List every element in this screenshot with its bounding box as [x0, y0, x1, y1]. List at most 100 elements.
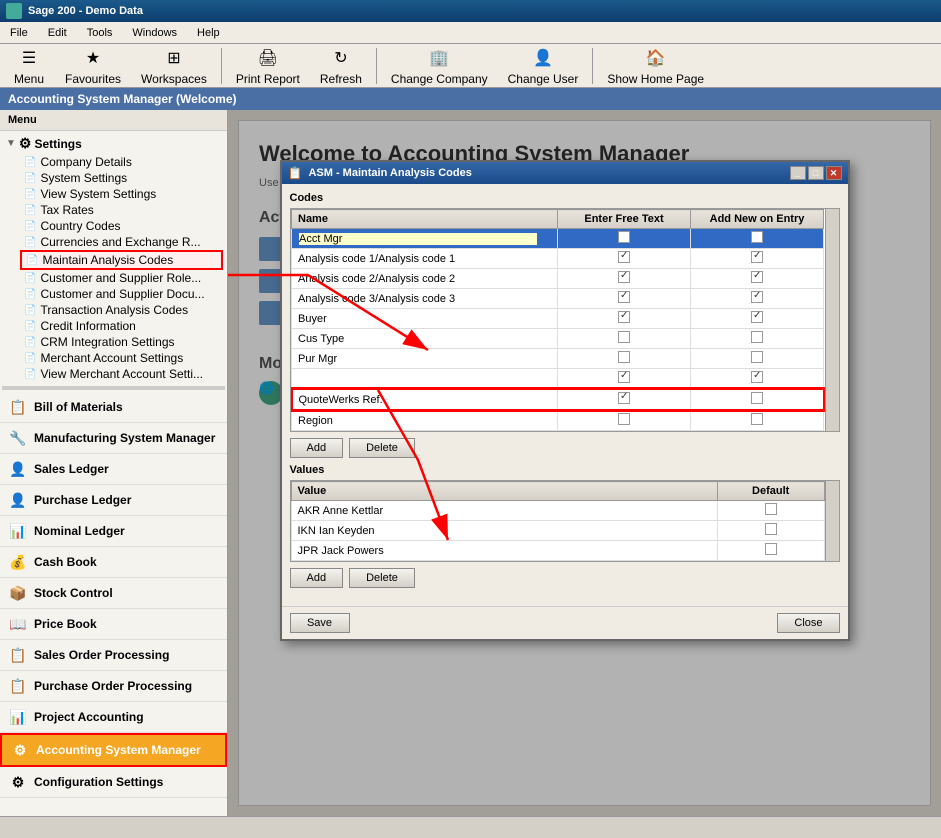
- checkbox-icon[interactable]: [765, 503, 777, 515]
- settings-header[interactable]: ▼ ⚙ Settings: [4, 133, 223, 154]
- menu-help[interactable]: Help: [191, 25, 226, 41]
- checkbox-icon[interactable]: [618, 331, 630, 343]
- checkbox-icon[interactable]: [751, 291, 763, 303]
- checkbox-icon[interactable]: [618, 311, 630, 323]
- modal-maximize-button[interactable]: □: [808, 166, 824, 180]
- list-item[interactable]: AKR Anne Kettlar: [291, 501, 824, 521]
- codes-table-scrollbar[interactable]: [825, 209, 839, 431]
- checkbox-icon[interactable]: [751, 351, 763, 363]
- codes-add-button[interactable]: Add: [290, 438, 344, 458]
- checkbox-icon[interactable]: [618, 291, 630, 303]
- checkbox-icon[interactable]: [765, 543, 777, 555]
- checkbox-icon[interactable]: [751, 231, 763, 243]
- module-bill-of-materials[interactable]: 📋 Bill of Materials: [0, 392, 227, 423]
- sidebar-item-view-system-settings[interactable]: 📄 View System Settings: [20, 186, 223, 202]
- checkbox-icon[interactable]: [618, 231, 630, 243]
- checkbox-icon[interactable]: [618, 351, 630, 363]
- modal-content: Codes Name Enter Free Text Add New on En…: [282, 184, 848, 602]
- purchase-order-label: Purchase Order Processing: [34, 679, 192, 693]
- checkbox-icon[interactable]: [618, 371, 630, 383]
- menu-file[interactable]: File: [4, 25, 34, 41]
- checkbox-icon[interactable]: [751, 251, 763, 263]
- sidebar-item-transaction-analysis[interactable]: 📄 Transaction Analysis Codes: [20, 302, 223, 318]
- table-row[interactable]: Pur Mgr: [292, 349, 824, 369]
- sidebar-content: ▼ ⚙ Settings 📄 Company Details 📄 System …: [0, 131, 227, 816]
- sidebar-item-system-settings[interactable]: 📄 System Settings: [20, 170, 223, 186]
- save-button[interactable]: Save: [290, 613, 350, 633]
- table-row[interactable]: Buyer: [292, 309, 824, 329]
- module-nominal-ledger[interactable]: 📊 Nominal Ledger: [0, 516, 227, 547]
- change-user-button[interactable]: 👤 Change User: [499, 43, 588, 89]
- checkbox-icon[interactable]: [618, 392, 630, 404]
- home-button[interactable]: 🏠 Show Home Page: [598, 43, 713, 89]
- module-sales-ledger[interactable]: 👤 Sales Ledger: [0, 454, 227, 485]
- table-row[interactable]: [292, 369, 824, 390]
- modal-title-group: 📋 ASM - Maintain Analysis Codes: [288, 166, 472, 180]
- change-user-label: Change User: [508, 72, 579, 86]
- workspaces-icon: ⊞: [162, 46, 186, 70]
- sidebar-item-tax-rates[interactable]: 📄 Tax Rates: [20, 202, 223, 218]
- refresh-button[interactable]: ↻ Refresh: [311, 43, 371, 89]
- module-cash-book[interactable]: 💰 Cash Book: [0, 547, 227, 578]
- sidebar-item-country-codes[interactable]: 📄 Country Codes: [20, 218, 223, 234]
- values-table-scrollbar[interactable]: [825, 481, 839, 561]
- settings-group: ▼ ⚙ Settings 📄 Company Details 📄 System …: [0, 131, 227, 384]
- modal-close-button[interactable]: ✕: [826, 166, 842, 180]
- row-enter-free-cell: [558, 349, 691, 369]
- modal-title-icon: 📋: [288, 166, 303, 180]
- table-row-quoteworks[interactable]: QuoteWerks Ref.: [292, 389, 824, 410]
- sidebar-item-company-details[interactable]: 📄 Company Details: [20, 154, 223, 170]
- checkbox-icon[interactable]: [751, 271, 763, 283]
- menu-tools[interactable]: Tools: [81, 25, 119, 41]
- table-row[interactable]: Analysis code 3/Analysis code 3: [292, 289, 824, 309]
- sidebar-item-view-merchant[interactable]: 📄 View Merchant Account Setti...: [20, 366, 223, 382]
- favourites-button[interactable]: ★ Favourites: [56, 43, 130, 89]
- workspaces-button[interactable]: ⊞ Workspaces: [132, 43, 216, 89]
- change-company-button[interactable]: 🏢 Change Company: [382, 43, 497, 89]
- acct-mgr-input[interactable]: [298, 232, 538, 246]
- table-row[interactable]: Cus Type: [292, 329, 824, 349]
- table-row[interactable]: Analysis code 2/Analysis code 2: [292, 269, 824, 289]
- checkbox-icon[interactable]: [765, 523, 777, 535]
- row-name-cell-quoteworks: QuoteWerks Ref.: [292, 389, 558, 410]
- module-stock-control[interactable]: 📦 Stock Control: [0, 578, 227, 609]
- module-asm[interactable]: ⚙ Accounting System Manager: [0, 733, 227, 767]
- checkbox-icon[interactable]: [751, 331, 763, 343]
- table-row[interactable]: Analysis code 1/Analysis code 1: [292, 249, 824, 269]
- sidebar-item-crm-integration[interactable]: 📄 CRM Integration Settings: [20, 334, 223, 350]
- module-price-book[interactable]: 📖 Price Book: [0, 609, 227, 640]
- sidebar-item-customer-supplier-doc[interactable]: 📄 Customer and Supplier Docu...: [20, 286, 223, 302]
- codes-delete-button[interactable]: Delete: [349, 438, 415, 458]
- module-purchase-order[interactable]: 📋 Purchase Order Processing: [0, 671, 227, 702]
- values-add-button[interactable]: Add: [290, 568, 344, 588]
- modal-minimize-button[interactable]: _: [790, 166, 806, 180]
- list-item[interactable]: IKN Ian Keyden: [291, 521, 824, 541]
- module-project-accounting[interactable]: 📊 Project Accounting: [0, 702, 227, 733]
- module-purchase-ledger[interactable]: 👤 Purchase Ledger: [0, 485, 227, 516]
- price-book-icon: 📖: [8, 614, 28, 634]
- module-config[interactable]: ⚙ Configuration Settings: [0, 767, 227, 798]
- checkbox-icon[interactable]: [618, 271, 630, 283]
- menu-edit[interactable]: Edit: [42, 25, 73, 41]
- checkbox-icon[interactable]: [751, 413, 763, 425]
- menu-windows[interactable]: Windows: [126, 25, 183, 41]
- module-sales-order[interactable]: 📋 Sales Order Processing: [0, 640, 227, 671]
- checkbox-icon[interactable]: [751, 311, 763, 323]
- table-row[interactable]: [292, 229, 824, 249]
- close-button[interactable]: Close: [777, 613, 839, 633]
- sidebar-item-maintain-analysis-codes[interactable]: 📄 Maintain Analysis Codes: [20, 250, 223, 270]
- checkbox-icon[interactable]: [751, 392, 763, 404]
- list-item[interactable]: JPR Jack Powers: [291, 541, 824, 561]
- values-delete-button[interactable]: Delete: [349, 568, 415, 588]
- checkbox-icon[interactable]: [618, 251, 630, 263]
- sidebar-item-customer-supplier-role[interactable]: 📄 Customer and Supplier Role...: [20, 270, 223, 286]
- checkbox-icon[interactable]: [618, 413, 630, 425]
- table-row[interactable]: Region: [292, 410, 824, 431]
- checkbox-icon[interactable]: [751, 371, 763, 383]
- sidebar-item-merchant-account[interactable]: 📄 Merchant Account Settings: [20, 350, 223, 366]
- menu-button[interactable]: ☰ Menu: [4, 43, 54, 89]
- module-manufacturing[interactable]: 🔧 Manufacturing System Manager: [0, 423, 227, 454]
- sidebar-item-credit-information[interactable]: 📄 Credit Information: [20, 318, 223, 334]
- sidebar-item-currencies[interactable]: 📄 Currencies and Exchange R...: [20, 234, 223, 250]
- print-button[interactable]: 🖨 Print Report: [227, 43, 309, 89]
